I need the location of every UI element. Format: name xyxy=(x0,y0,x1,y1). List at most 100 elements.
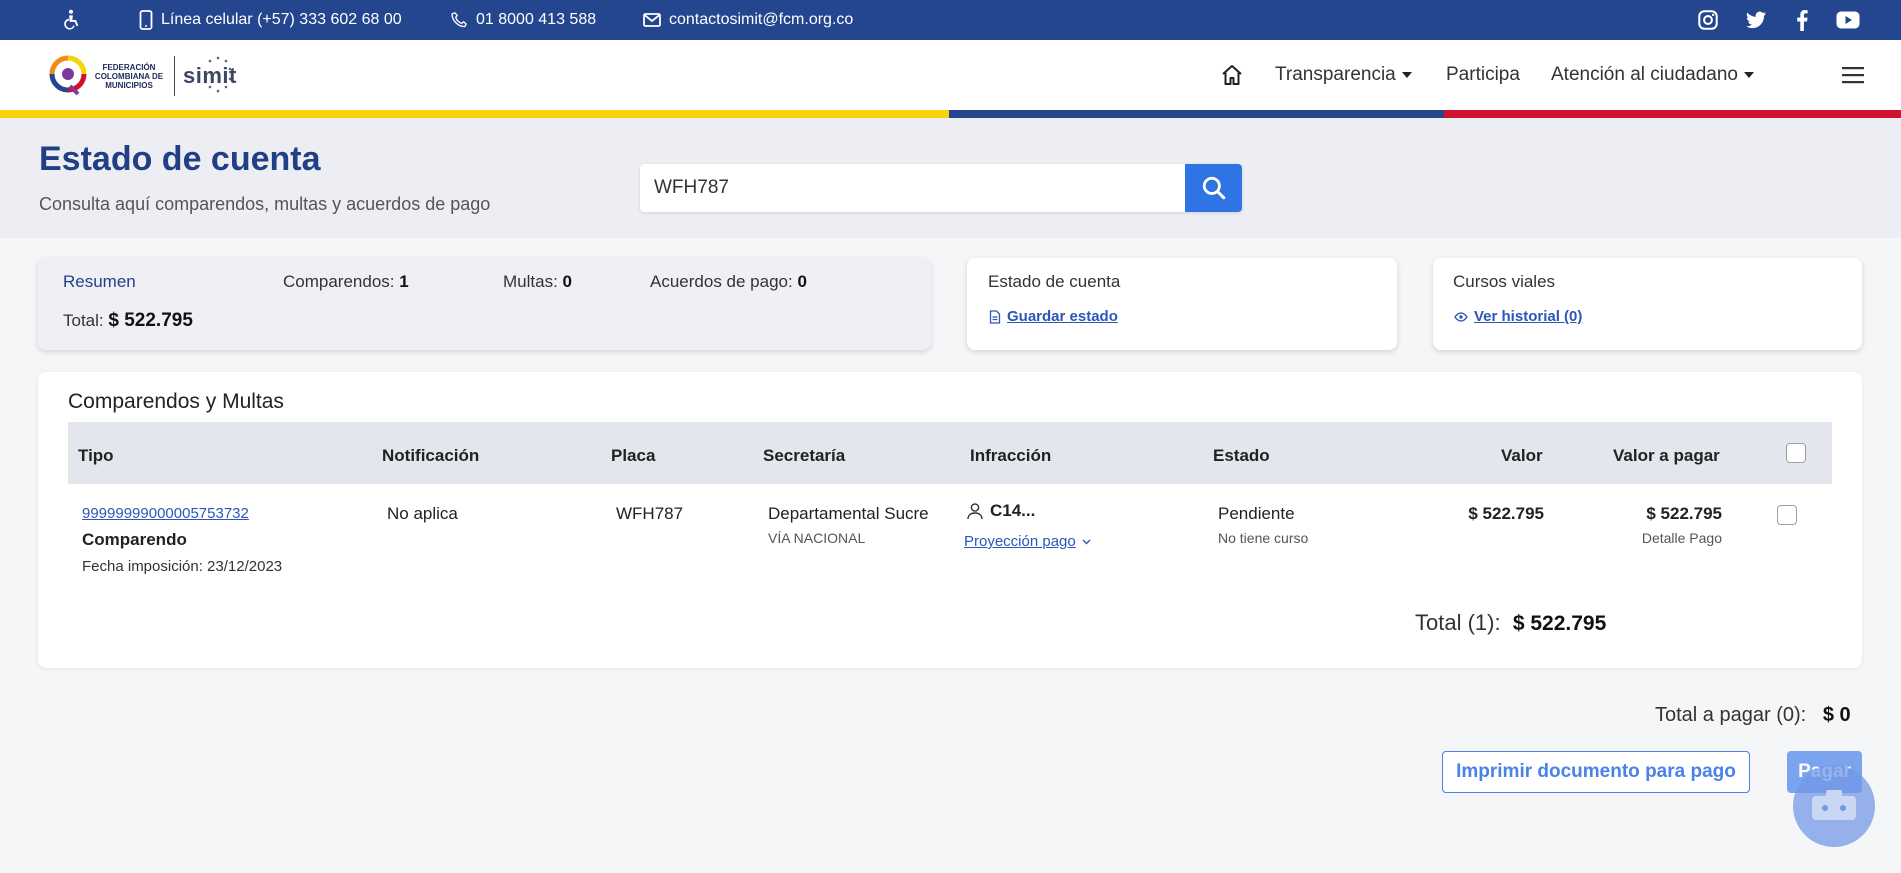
row-valor-pagar: $ 522.795 xyxy=(1646,504,1722,523)
instagram-link[interactable] xyxy=(1694,0,1722,40)
table-total-value: $ 522.795 xyxy=(1512,612,1607,635)
document-icon xyxy=(989,309,1001,324)
proyeccion-pago-link[interactable]: Proyección pago xyxy=(964,533,1091,550)
cursos-viales-title: Cursos viales xyxy=(1453,272,1556,291)
proyeccion-pago-label: Proyección pago xyxy=(964,533,1076,550)
row-curso: No tiene curso xyxy=(1218,530,1309,546)
estado-cuenta-title: Estado de cuenta xyxy=(988,272,1121,291)
th-infraccion: Infracción xyxy=(970,446,1052,465)
detalle-pago-link[interactable]: Detalle Pago xyxy=(1620,530,1722,546)
row-infraccion[interactable]: C14... xyxy=(966,501,1035,521)
plate-search-input[interactable] xyxy=(640,164,1185,212)
th-tipo: Tipo xyxy=(78,446,114,465)
row-infraccion-code: C14... xyxy=(990,501,1036,520)
simit-logo-text: simit xyxy=(183,63,237,88)
accessibility-button[interactable] xyxy=(60,0,82,40)
row-tipo: Comparendo xyxy=(82,530,187,549)
summary-multas: Multas: 0 xyxy=(503,272,572,292)
hamburger-menu-button[interactable] xyxy=(1842,40,1864,110)
envelope-icon xyxy=(643,13,661,27)
accessibility-icon xyxy=(64,9,79,30)
logo-divider xyxy=(174,56,175,96)
summary-acuerdos: Acuerdos de pago: 0 xyxy=(650,272,807,292)
comparendos-label: Comparendos: xyxy=(283,272,395,291)
nav-transparencia-label: Transparencia xyxy=(1275,64,1396,85)
row-placa: WFH787 xyxy=(616,504,684,523)
search-button[interactable] xyxy=(1185,164,1242,212)
summary-label: Resumen xyxy=(63,272,136,291)
nav-home[interactable] xyxy=(1220,40,1244,110)
select-all-checkbox[interactable] xyxy=(1786,443,1806,463)
guardar-estado-link[interactable]: Guardar estado xyxy=(989,308,1118,325)
eye-icon xyxy=(1454,311,1468,322)
landline-text: 01 8000 413 588 xyxy=(476,11,597,28)
row-estado: Pendiente xyxy=(1218,504,1295,523)
table-total: Total (1): $ 522.795 xyxy=(1415,610,1606,636)
caret-down-icon xyxy=(1743,72,1754,78)
mobile-line-link[interactable]: Línea celular (+57) 333 602 68 00 xyxy=(139,0,402,40)
summary-total-label: Total: xyxy=(63,311,104,330)
total-a-pagar-value: $ 0 xyxy=(1822,704,1851,726)
th-secretaria: Secretaría xyxy=(763,446,846,465)
table-header-row xyxy=(68,422,1832,484)
row-via: VÍA NACIONAL xyxy=(768,530,866,546)
top-contact-bar: Línea celular (+57) 333 602 68 00 01 800… xyxy=(0,0,1901,40)
facebook-link[interactable] xyxy=(1788,0,1816,40)
ver-historial-label: Ver historial (0) xyxy=(1474,308,1583,325)
print-document-button[interactable]: Imprimir documento para pago xyxy=(1442,751,1750,793)
youtube-link[interactable] xyxy=(1834,0,1862,40)
fcm-logo-icon xyxy=(49,55,87,96)
th-valor-pagar: Valor a pagar xyxy=(1613,446,1720,465)
chatbot-button[interactable] xyxy=(1793,765,1875,847)
site-logo[interactable]: FEDERACIÓN COLOMBIANA DE MUNICIPIOS simi… xyxy=(48,48,237,104)
row-notificacion: No aplica xyxy=(387,504,458,523)
row-valor: $ 522.795 xyxy=(1468,504,1544,523)
plate-search xyxy=(640,164,1242,212)
comparendos-panel-title: Comparendos y Multas xyxy=(68,390,284,413)
flag-stripe-yellow xyxy=(0,110,949,118)
nav-atencion-label: Atención al ciudadano xyxy=(1551,64,1738,85)
th-valor: Valor xyxy=(1501,446,1543,465)
nav-transparencia[interactable]: Transparencia xyxy=(1275,40,1412,110)
phone-icon xyxy=(451,12,467,28)
twitter-link[interactable] xyxy=(1742,0,1770,40)
email-link[interactable]: contactosimit@fcm.org.co xyxy=(643,0,853,40)
acuerdos-count: 0 xyxy=(797,272,807,291)
multas-label: Multas: xyxy=(503,272,558,291)
chevron-down-icon xyxy=(1082,539,1091,544)
total-a-pagar: Total a pagar (0): $ 0 xyxy=(1655,704,1851,727)
th-placa: Placa xyxy=(611,446,656,465)
search-icon xyxy=(1202,176,1225,200)
nav-atencion[interactable]: Atención al ciudadano xyxy=(1551,40,1754,110)
youtube-icon xyxy=(1836,11,1860,29)
table-total-label: Total (1): xyxy=(1415,610,1501,635)
mobile-line-text: Línea celular (+57) 333 602 68 00 xyxy=(161,11,402,28)
landline-link[interactable]: 01 8000 413 588 xyxy=(450,0,596,40)
summary-total-value: $ 522.795 xyxy=(108,310,193,331)
hamburger-icon xyxy=(1842,67,1864,84)
acuerdos-label: Acuerdos de pago: xyxy=(650,272,793,291)
instagram-icon xyxy=(1698,10,1718,30)
chatbot-icon xyxy=(1812,790,1856,820)
smartphone-icon xyxy=(139,10,153,30)
comparendos-count: 1 xyxy=(399,272,409,291)
multas-count: 0 xyxy=(562,272,572,291)
summary-comparendos: Comparendos: 1 xyxy=(283,272,409,292)
facebook-icon xyxy=(1797,9,1808,31)
nav-participa-label: Participa xyxy=(1446,64,1520,85)
summary-total: Total: $ 522.795 xyxy=(63,310,193,332)
row-select-checkbox[interactable] xyxy=(1777,505,1797,525)
nav-participa[interactable]: Participa xyxy=(1446,40,1520,110)
fcm-logo-text: FEDERACIÓN COLOMBIANA DE MUNICIPIOS xyxy=(94,62,164,90)
home-icon xyxy=(1222,65,1242,85)
row-fecha: Fecha imposición: 23/12/2023 xyxy=(82,558,283,575)
page-subtitle: Consulta aquí comparendos, multas y acue… xyxy=(39,194,491,214)
flag-stripe-red xyxy=(1444,110,1901,118)
ver-historial-link[interactable]: Ver historial (0) xyxy=(1454,308,1582,325)
comparendo-number-link[interactable]: 99999999000005753732 xyxy=(82,505,249,522)
email-text: contactosimit@fcm.org.co xyxy=(669,11,854,28)
page-title: Estado de cuenta xyxy=(39,140,321,178)
user-icon xyxy=(967,503,983,520)
total-a-pagar-label: Total a pagar (0): xyxy=(1655,704,1807,726)
twitter-icon xyxy=(1745,11,1767,28)
